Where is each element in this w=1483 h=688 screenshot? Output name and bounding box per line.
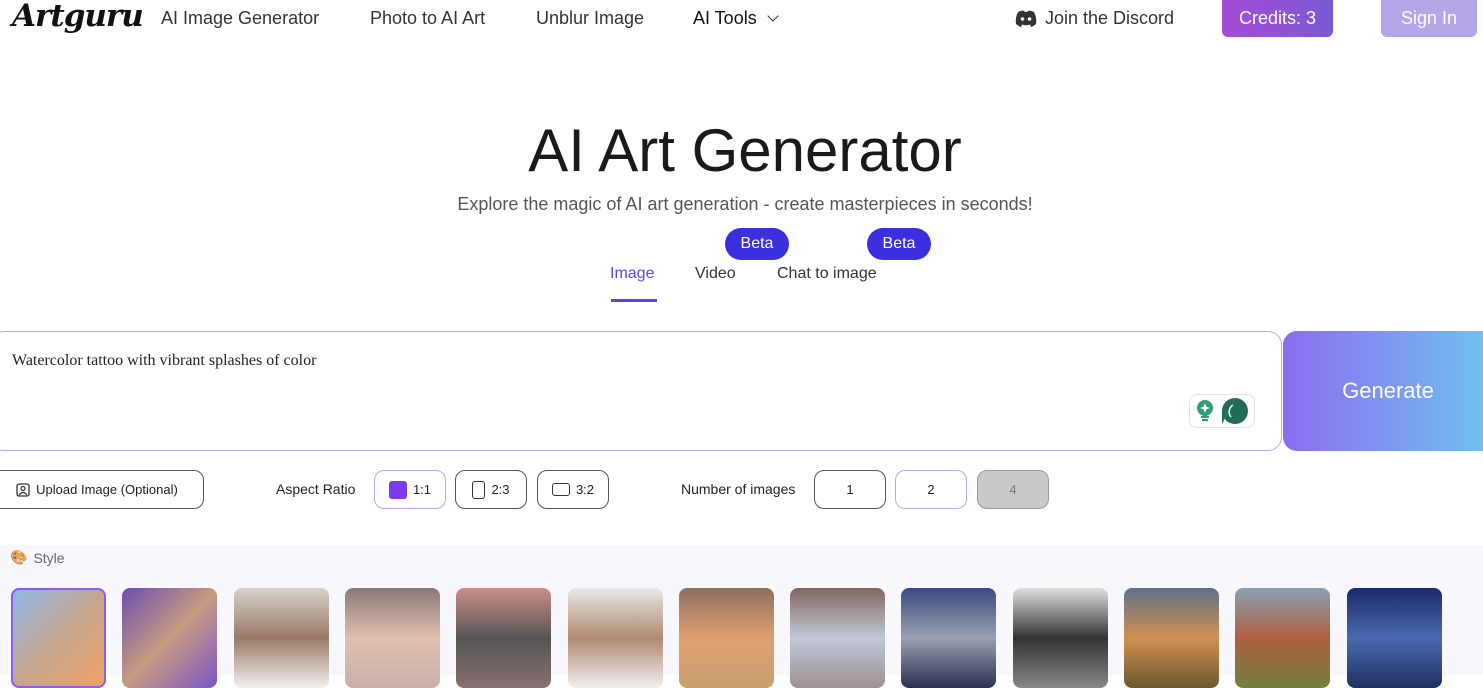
aspect-3-2-button[interactable]: 3:2 xyxy=(537,470,609,509)
page-title: AI Art Generator xyxy=(528,117,962,184)
lightbulb-icon[interactable] xyxy=(1195,399,1215,423)
square-icon xyxy=(388,480,407,499)
aspect-label: 3:2 xyxy=(575,482,595,497)
generate-button[interactable]: Generate xyxy=(1283,331,1483,451)
upload-image-button[interactable]: Upload Image (Optional) xyxy=(0,470,204,509)
count-1-button[interactable]: 1 xyxy=(814,470,886,509)
style-tile[interactable] xyxy=(122,588,218,688)
style-tile[interactable] xyxy=(456,588,552,688)
nav-ai-tools-label: AI Tools xyxy=(693,8,757,28)
style-tile[interactable] xyxy=(1235,588,1331,688)
nav-ai-image-generator[interactable]: AI Image Generator xyxy=(161,8,319,29)
aspect-ratio-label: Aspect Ratio xyxy=(276,481,356,497)
discord-icon xyxy=(1015,10,1037,27)
nav-ai-tools[interactable]: AI Tools xyxy=(693,8,779,29)
active-tab-indicator xyxy=(611,299,657,302)
style-tile[interactable] xyxy=(11,588,106,688)
discord-label: Join the Discord xyxy=(1045,8,1175,28)
aspect-label: 1:1 xyxy=(412,482,432,497)
beta-badge-video: Beta xyxy=(725,228,789,260)
tab-chat-to-image[interactable]: Chat to image xyxy=(777,265,877,283)
count-4-button[interactable]: 4 xyxy=(977,470,1049,509)
style-tile[interactable] xyxy=(1012,588,1108,688)
aspect-1-1-button[interactable]: 1:1 xyxy=(374,470,446,509)
landscape-icon xyxy=(551,483,570,496)
style-tile[interactable] xyxy=(790,588,886,688)
palette-icon: 🎨 xyxy=(10,549,28,565)
artguru-logo[interactable]: Artguru xyxy=(12,0,144,34)
tab-image[interactable]: Image xyxy=(610,265,654,283)
nav-photo-to-ai-art[interactable]: Photo to AI Art xyxy=(370,8,485,29)
number-of-images-label: Number of images xyxy=(681,481,796,497)
sign-in-button[interactable]: Sign In xyxy=(1381,0,1477,37)
style-tile[interactable] xyxy=(344,588,440,688)
beta-badge-chat: Beta xyxy=(867,228,931,260)
style-tile[interactable] xyxy=(901,588,997,688)
style-label: Style xyxy=(33,549,65,566)
style-header: 🎨 Style xyxy=(10,549,65,566)
style-tile[interactable] xyxy=(567,588,663,688)
prompt-input[interactable]: Watercolor tattoo with vibrant splashes … xyxy=(0,331,1282,451)
aspect-label: 2:3 xyxy=(491,482,510,497)
image-icon xyxy=(16,482,30,497)
portrait-icon xyxy=(472,480,486,499)
style-tile[interactable] xyxy=(678,588,774,688)
upload-label: Upload Image (Optional) xyxy=(36,482,178,497)
nav-unblur-image[interactable]: Unblur Image xyxy=(536,8,644,29)
page-subtitle: Explore the magic of AI art generation -… xyxy=(457,194,1033,214)
style-tile[interactable] xyxy=(1346,588,1442,688)
prompt-assist-buttons xyxy=(1189,394,1255,428)
tab-video[interactable]: Video xyxy=(695,265,736,283)
chevron-down-icon xyxy=(767,10,779,22)
credits-button[interactable]: Credits: 3 xyxy=(1222,0,1333,37)
aspect-2-3-button[interactable]: 2:3 xyxy=(455,470,527,509)
prompt-text: Watercolor tattoo with vibrant splashes … xyxy=(12,352,317,369)
style-tile[interactable] xyxy=(233,588,329,688)
chat-bubble-icon[interactable] xyxy=(1221,397,1249,425)
count-2-button[interactable]: 2 xyxy=(895,470,967,509)
style-tile[interactable] xyxy=(1124,588,1219,688)
join-discord-link[interactable]: Join the Discord xyxy=(1015,8,1174,29)
